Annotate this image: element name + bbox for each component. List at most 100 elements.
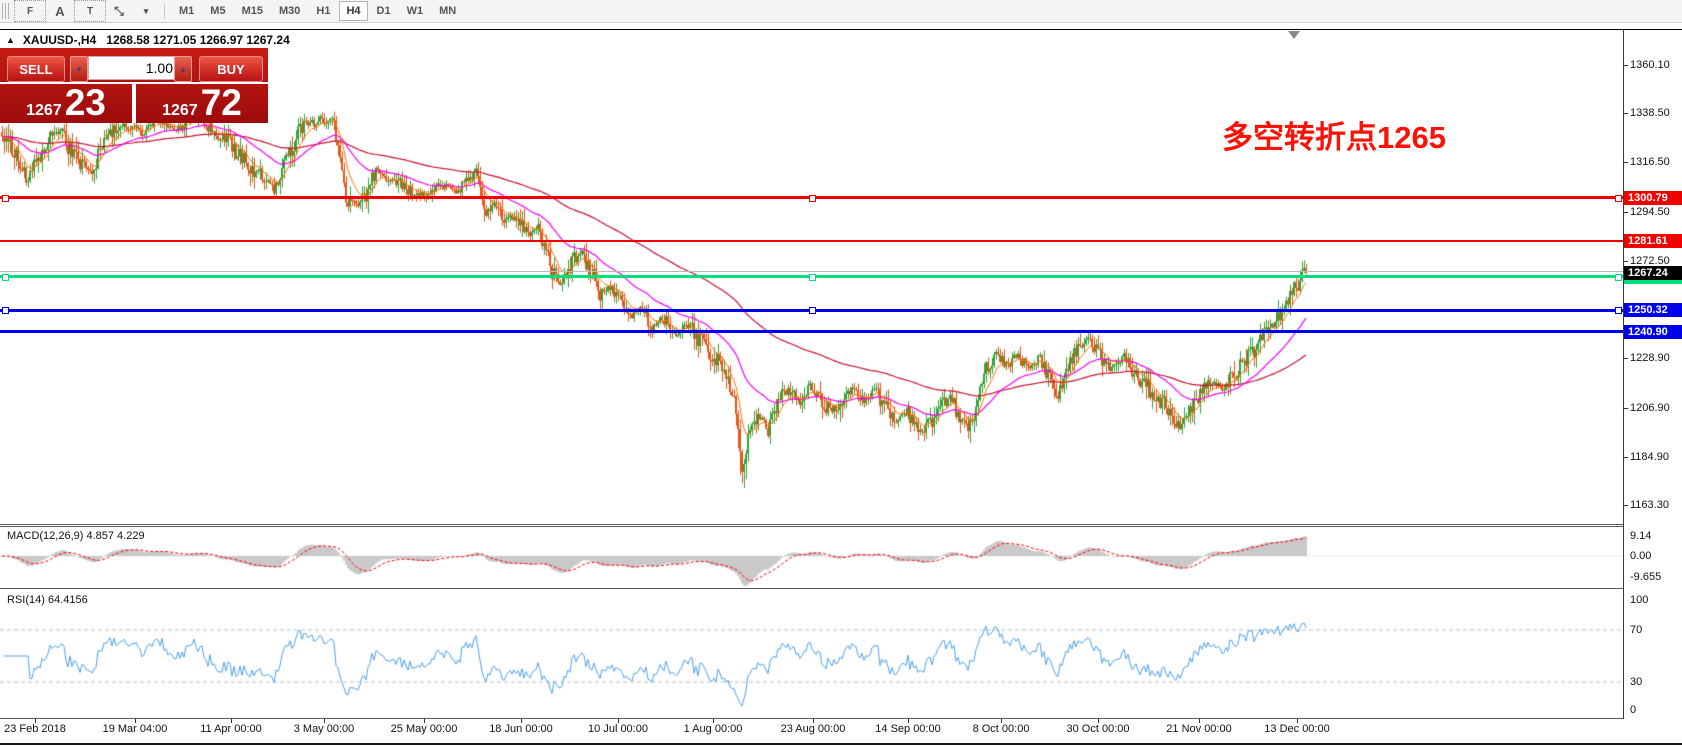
time-tick-mark [135,719,136,723]
line-selection-handle[interactable] [1615,274,1622,281]
buy-price-display[interactable]: 1267 72 [136,82,268,125]
line-selection-handle[interactable] [1615,195,1622,202]
time-tick-mark [231,719,232,723]
pane-separator[interactable] [0,526,1623,527]
line-selection-handle[interactable] [809,195,816,202]
price-tick-mark [1623,457,1628,458]
price-tick-label: 1184.90 [1630,451,1669,463]
time-axis-label: 11 Apr 00:00 [200,723,262,735]
time-axis-label: 30 Oct 00:00 [1067,723,1130,735]
toolbar: F A T ⤡ ▾ M1M5M15M30H1H4D1W1MN [0,0,1682,23]
one-click-trading-panel: SELL ▾ ▴ BUY 1267 23 1267 72 [0,48,268,123]
macd-axis-label: -9.655 [1630,571,1661,583]
rsi-axis-label: 0 [1630,704,1636,716]
chart-shift-marker-icon[interactable] [1288,31,1300,39]
toolbar-grip[interactable] [2,3,10,19]
one-click-collapse-icon[interactable]: ▲ [6,35,15,45]
price-tick-label: 1338.50 [1630,107,1670,119]
volume-increase-button[interactable]: ▴ [174,56,192,82]
pane-separator[interactable] [0,588,1623,589]
timeframe-m30-button[interactable]: M30 [272,1,307,21]
pane-separator[interactable] [0,524,1623,525]
price-tick-label: 1163.30 [1630,499,1669,511]
hline-price-label: 1281.61 [1624,234,1682,248]
rsi-axis-label: 30 [1630,676,1642,688]
price-tick-label: 1206.90 [1630,402,1670,414]
arrows-dropdown-icon[interactable]: ▾ [134,1,158,21]
rsi-axis-label: 100 [1630,594,1648,606]
mt4-application: F A T ⤡ ▾ M1M5M15M30H1H4D1W1MN 1300.7912… [0,0,1682,747]
sell-price-major: 1267 [26,102,62,120]
text-label-icon[interactable]: A [46,1,74,21]
price-tick-mark [1623,65,1628,66]
time-axis-label: 23 Feb 2018 [4,723,66,735]
time-tick-mark [1297,719,1298,723]
chart-symbol-title: XAUUSD-,H4 [23,33,96,47]
time-tick-mark [1199,719,1200,723]
line-selection-handle[interactable] [1615,307,1622,314]
text-icon[interactable]: T [74,0,106,22]
time-axis-label: 25 May 00:00 [391,723,458,735]
time-tick-mark [424,719,425,723]
current-price-label: 1267.24 [1624,266,1682,280]
line-selection-handle[interactable] [2,307,9,314]
toolbar-separator [164,3,165,19]
timeframe-d1-button[interactable]: D1 [370,1,398,21]
buy-button[interactable]: BUY [199,56,263,82]
buy-price-pips: 72 [201,84,242,122]
macd-indicator-label: MACD(12,26,9) 4.857 4.229 [7,530,145,542]
sell-button[interactable]: SELL [7,56,65,82]
macd-axis-label: 9.14 [1630,530,1651,542]
line-selection-handle[interactable] [2,195,9,202]
time-axis-label: 3 May 00:00 [294,723,355,735]
price-tick-mark [1623,358,1628,359]
time-tick-mark [521,719,522,723]
volume-decrease-button[interactable]: ▾ [70,56,88,82]
time-tick-mark [713,719,714,723]
price-tick-label: 1228.90 [1630,352,1670,364]
price-tick-mark [1623,505,1628,506]
time-tick-mark [1001,719,1002,723]
time-axis-label: 18 Jun 00:00 [489,723,553,735]
arrows-icon[interactable]: ⤡ [106,1,132,21]
rsi-indicator-label: RSI(14) 64.4156 [7,594,88,606]
time-axis-label: 19 Mar 04:00 [103,723,168,735]
sell-price-display[interactable]: 1267 23 [0,82,132,125]
rsi-indicator-pane[interactable] [0,590,1623,718]
horizontal-line-gray[interactable] [0,271,1623,272]
fibonacci-icon[interactable]: F [14,0,46,22]
line-selection-handle[interactable] [809,274,816,281]
chart-ohlc-values: 1268.58 1271.05 1266.97 1267.24 [106,33,290,47]
line-selection-handle[interactable] [809,307,816,314]
macd-indicator-pane[interactable] [0,527,1623,588]
line-selection-handle[interactable] [2,274,9,281]
timeframe-m5-button[interactable]: M5 [203,1,232,21]
horizontal-line-1281.61[interactable] [0,240,1623,242]
timeframe-w1-button[interactable]: W1 [400,1,431,21]
timeframe-bar: M1M5M15M30H1H4D1W1MN [171,1,464,21]
time-axis-label: 10 Jul 00:00 [588,723,648,735]
timeframe-h1-button[interactable]: H1 [309,1,337,21]
rsi-axis-label: 70 [1630,624,1642,636]
time-tick-mark [813,719,814,723]
price-tick-mark [1623,261,1628,262]
time-axis-label: 1 Aug 00:00 [684,723,743,735]
price-tick-label: 1294.50 [1630,206,1670,218]
hline-price-label: 1300.79 [1624,191,1682,205]
timeframe-m1-button[interactable]: M1 [172,1,201,21]
macd-axis-label: 0.00 [1630,550,1651,562]
volume-input[interactable] [88,56,178,80]
timeframe-mn-button[interactable]: MN [432,1,463,21]
timeframe-m15-button[interactable]: M15 [235,1,270,21]
price-tick-label: 1316.50 [1630,156,1670,168]
price-tick-mark [1623,212,1628,213]
time-tick-mark [1098,719,1099,723]
sell-price-pips: 23 [65,84,106,122]
hline-price-label: 1240.90 [1624,325,1682,339]
time-axis-label: 21 Nov 00:00 [1166,723,1231,735]
window-bottom-frame [0,743,1682,745]
time-axis-label: 8 Oct 00:00 [973,723,1030,735]
timeframe-h4-button[interactable]: H4 [339,1,367,21]
chart-title-row: ▲ XAUUSD-,H4 1268.58 1271.05 1266.97 126… [6,33,290,47]
horizontal-line-1240.90[interactable] [0,330,1623,333]
